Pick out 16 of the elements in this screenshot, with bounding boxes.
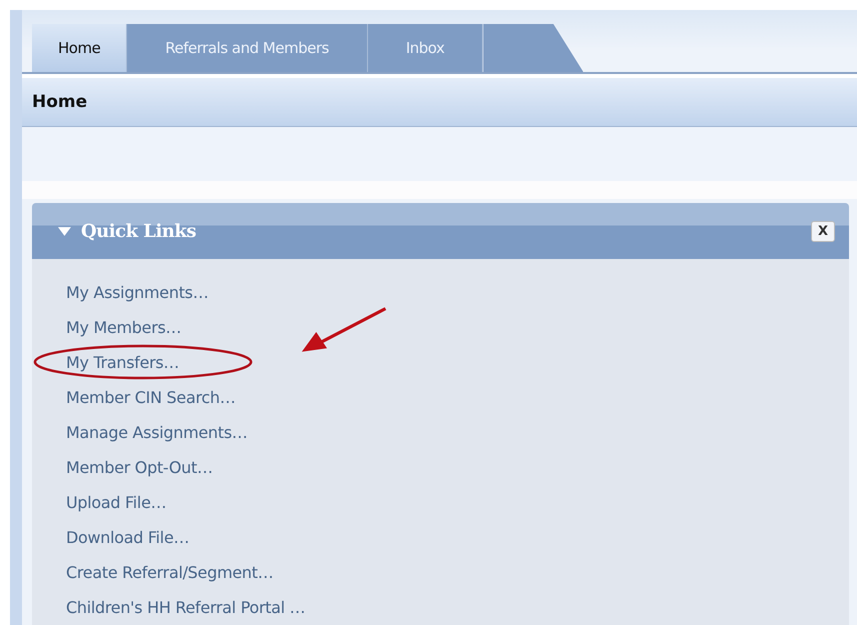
quick-link[interactable]: Member Opt-Out… xyxy=(66,458,213,477)
quick-link[interactable]: Manage Assignments… xyxy=(66,423,248,442)
quick-link[interactable]: My Assignments… xyxy=(66,283,208,302)
quick-link[interactable]: Upload File… xyxy=(66,493,166,512)
panel-title: Quick Links xyxy=(81,220,197,242)
tab[interactable]: Home xyxy=(32,24,128,72)
page-title: Home xyxy=(32,92,88,112)
quick-link[interactable]: Member CIN Search… xyxy=(66,388,236,407)
close-button[interactable]: X xyxy=(810,220,835,242)
quick-link[interactable]: Download File… xyxy=(66,528,190,547)
collapse-triangle-icon[interactable] xyxy=(58,226,71,236)
tab[interactable]: Referrals and Members xyxy=(127,24,368,72)
tab[interactable]: Inbox xyxy=(368,24,484,72)
quick-link[interactable]: Children's HH Referral Portal … xyxy=(66,598,306,617)
quick-link[interactable]: My Members… xyxy=(66,318,182,337)
quick-link[interactable]: Create Referral/Segment… xyxy=(66,563,274,582)
